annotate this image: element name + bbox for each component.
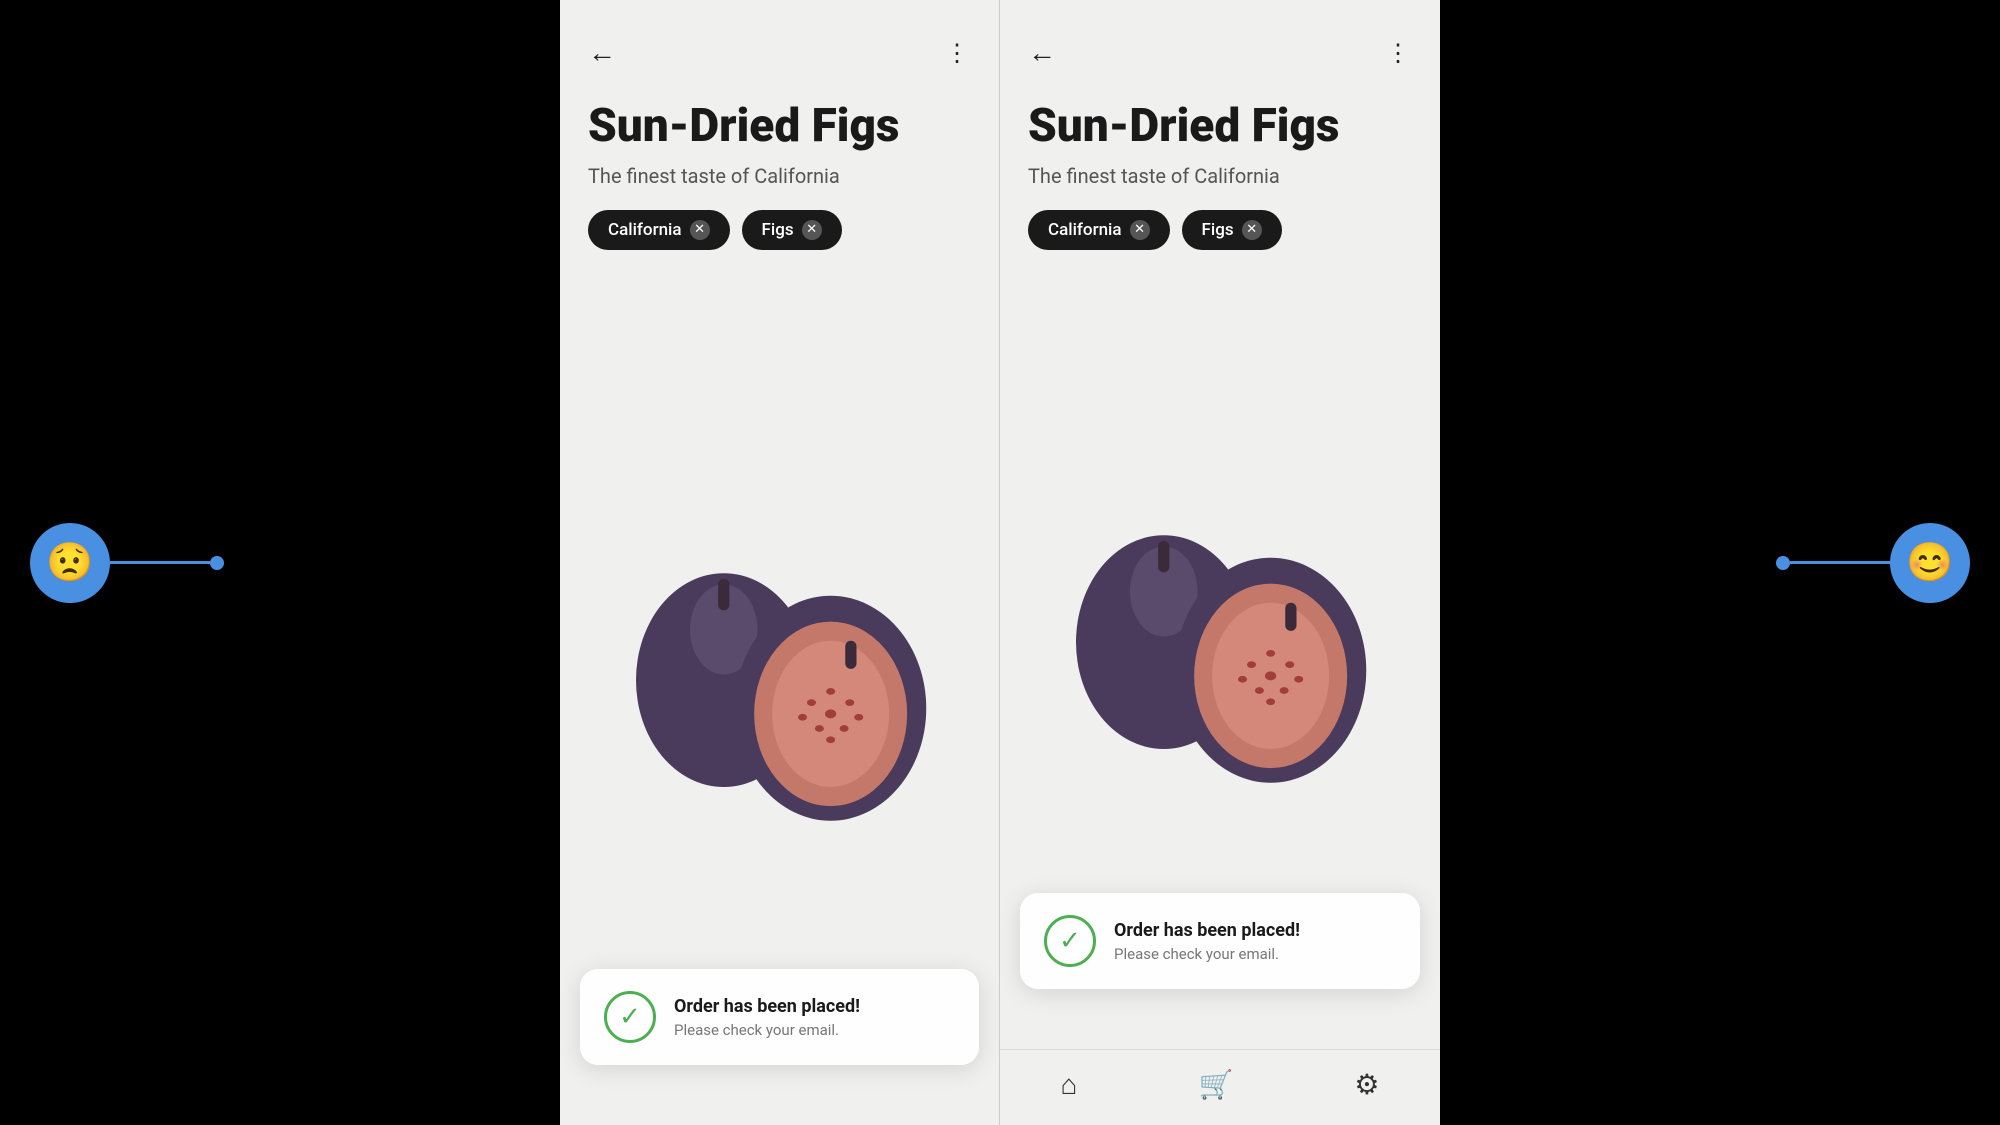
tag-california-remove-right[interactable]: ✕ bbox=[1130, 220, 1150, 240]
content-left: Sun-Dried Figs The finest taste of Calif… bbox=[560, 85, 999, 1125]
menu-button-right[interactable]: ⋮ bbox=[1386, 39, 1412, 67]
tag-figs-right[interactable]: Figs ✕ bbox=[1182, 210, 1282, 250]
top-bar-left: ← ⋮ bbox=[560, 0, 999, 85]
tag-california-left[interactable]: California ✕ bbox=[588, 210, 730, 250]
bottom-nav-right: ⌂ 🛒 ⚙ bbox=[1000, 1049, 1440, 1125]
product-title-right: Sun-Dried Figs bbox=[1028, 101, 1412, 152]
menu-button-left[interactable]: ⋮ bbox=[945, 39, 971, 67]
back-button-right[interactable]: ← bbox=[1028, 36, 1056, 69]
home-icon[interactable]: ⌂ bbox=[1061, 1068, 1078, 1101]
tag-california-remove-left[interactable]: ✕ bbox=[690, 220, 710, 240]
product-subtitle-right: The finest taste of California bbox=[1028, 164, 1412, 188]
cart-icon[interactable]: 🛒 bbox=[1198, 1068, 1233, 1101]
phones-container: ← ⋮ Sun-Dried Figs The finest taste of C… bbox=[560, 0, 1440, 1125]
product-subtitle-left: The finest taste of California bbox=[588, 164, 971, 188]
fig-illustration-right bbox=[1050, 479, 1390, 839]
notification-card-left: ✓ Order has been placed! Please check yo… bbox=[580, 969, 979, 1065]
notification-text-left: Order has been placed! Please check your… bbox=[674, 996, 860, 1039]
tag-figs-remove-left[interactable]: ✕ bbox=[802, 220, 822, 240]
tag-california-label-right: California bbox=[1048, 220, 1122, 240]
back-button-left[interactable]: ← bbox=[588, 36, 616, 69]
happy-emoji: 😊 bbox=[1890, 523, 1970, 603]
fig-illustration-left bbox=[610, 517, 950, 877]
scene: 😟 ← ⋮ Sun-Dried Figs The finest taste of… bbox=[0, 0, 2000, 1125]
check-icon-right: ✓ bbox=[1044, 915, 1096, 967]
left-dot bbox=[210, 556, 224, 570]
tag-california-label-left: California bbox=[608, 220, 682, 240]
tags-right: California ✕ Figs ✕ bbox=[1028, 210, 1412, 250]
image-area-right: ✓ Order has been placed! Please check yo… bbox=[1000, 270, 1440, 1049]
product-title-left: Sun-Dried Figs bbox=[588, 101, 971, 152]
phone-left: ← ⋮ Sun-Dried Figs The finest taste of C… bbox=[560, 0, 1000, 1125]
settings-icon[interactable]: ⚙ bbox=[1354, 1068, 1379, 1101]
image-area-left: ✓ Order has been placed! Please check yo… bbox=[560, 270, 999, 1125]
tag-figs-label-right: Figs bbox=[1202, 220, 1234, 240]
tags-left: California ✕ Figs ✕ bbox=[588, 210, 971, 250]
top-bar-right: ← ⋮ bbox=[1000, 0, 1440, 85]
notification-text-right: Order has been placed! Please check your… bbox=[1114, 920, 1300, 963]
content-right: Sun-Dried Figs The finest taste of Calif… bbox=[1000, 85, 1440, 1049]
notification-title-right: Order has been placed! bbox=[1114, 920, 1300, 941]
notification-subtitle-right: Please check your email. bbox=[1114, 945, 1300, 963]
notification-card-right: ✓ Order has been placed! Please check yo… bbox=[1020, 893, 1420, 989]
tag-california-right[interactable]: California ✕ bbox=[1028, 210, 1170, 250]
left-emoji-indicator: 😟 bbox=[30, 523, 224, 603]
sad-emoji: 😟 bbox=[30, 523, 110, 603]
tag-figs-remove-right[interactable]: ✕ bbox=[1242, 220, 1262, 240]
notification-subtitle-left: Please check your email. bbox=[674, 1021, 860, 1039]
right-emoji-indicator: 😊 bbox=[1776, 523, 1970, 603]
right-dot bbox=[1776, 556, 1790, 570]
right-line bbox=[1790, 561, 1890, 564]
check-icon-left: ✓ bbox=[604, 991, 656, 1043]
notification-title-left: Order has been placed! bbox=[674, 996, 860, 1017]
phone-right: ← ⋮ Sun-Dried Figs The finest taste of C… bbox=[1000, 0, 1440, 1125]
left-line bbox=[110, 561, 210, 564]
tag-figs-label-left: Figs bbox=[762, 220, 794, 240]
tag-figs-left[interactable]: Figs ✕ bbox=[742, 210, 842, 250]
